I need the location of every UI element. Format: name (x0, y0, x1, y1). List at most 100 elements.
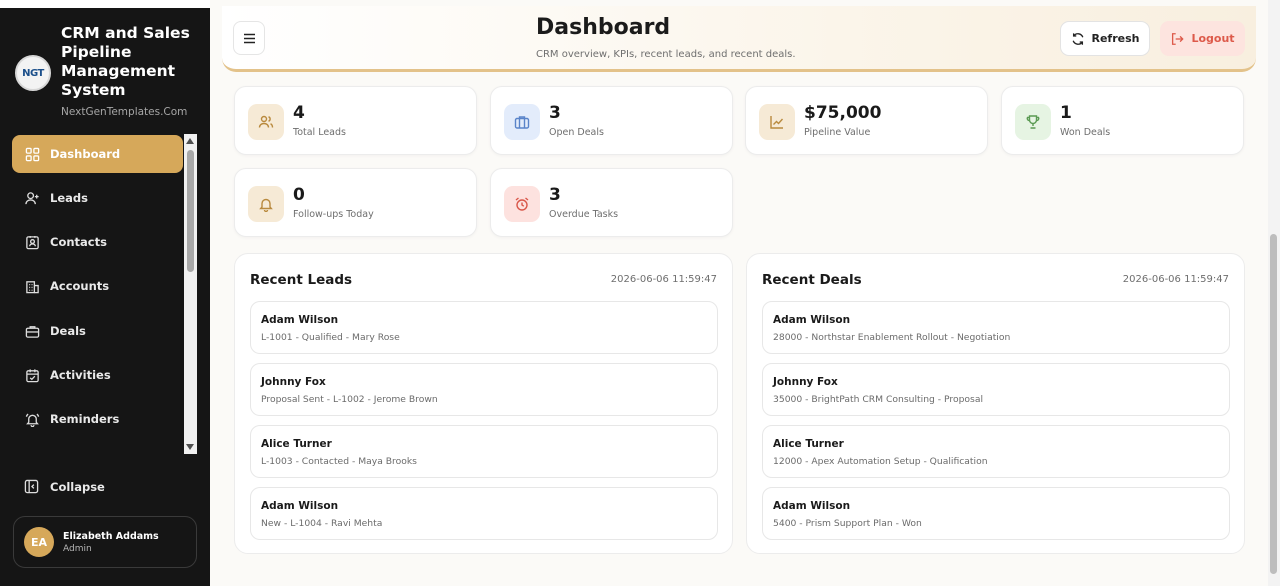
lead-name: Adam Wilson (261, 314, 339, 326)
collapse-label: Collapse (50, 480, 105, 494)
brand-subtitle: NextGenTemplates.Com (61, 106, 188, 118)
bell-ring-icon (24, 411, 40, 427)
user-plus-icon (24, 190, 40, 206)
recent-leads-panel: Recent Leads 2026-06-06 11:59:47 Adam Wi… (234, 253, 733, 554)
list-item[interactable]: Alice Turner L-1003 - Contacted - Maya B… (250, 425, 718, 478)
sidebar-item-label: Dashboard (50, 147, 121, 161)
hamburger-icon (243, 33, 255, 43)
user-name: Elizabeth Addams (63, 530, 159, 542)
brand-logo-text: NGT (22, 67, 44, 79)
page-scrollbar-thumb[interactable] (1270, 234, 1277, 574)
scroll-up-arrow-icon[interactable] (186, 138, 194, 144)
sidebar-item-activities[interactable]: Activities (12, 356, 183, 394)
sidebar-item-accounts[interactable]: Accounts (12, 267, 183, 305)
briefcase-icon (504, 104, 540, 140)
menu-toggle-button[interactable] (233, 21, 265, 55)
list-item[interactable]: Adam Wilson 5400 - Prism Support Plan - … (762, 487, 1230, 540)
logout-label: Logout (1191, 32, 1235, 45)
lead-meta: Proposal Sent - L-1002 - Jerome Brown (261, 394, 438, 405)
sidebar-item-label: Reminders (50, 412, 120, 426)
kpi-pipeline-value: $75,000 Pipeline Value (745, 86, 988, 155)
building-icon (24, 278, 40, 294)
sidebar: NGT CRM and Sales Pipeline Management Sy… (0, 0, 210, 586)
lead-name: Alice Turner (261, 438, 332, 450)
kpi-open-deals: 3 Open Deals (490, 86, 733, 155)
kpi-overdue-tasks: 3 Overdue Tasks (490, 168, 733, 237)
deal-contact-name: Alice Turner (773, 438, 844, 450)
logout-icon (1170, 32, 1185, 46)
user-card[interactable]: EA Elizabeth Addams Admin (13, 516, 197, 568)
kpi-won-deals: 1 Won Deals (1001, 86, 1244, 155)
deal-meta: 12000 - Apex Automation Setup - Qualific… (773, 456, 988, 467)
avatar: EA (24, 527, 54, 557)
kpi-follow-ups-today: 0 Follow-ups Today (234, 168, 477, 237)
refresh-button[interactable]: Refresh (1060, 21, 1150, 56)
kpi-total-leads: 4 Total Leads (234, 86, 477, 155)
panel-timestamp: 2026-06-06 11:59:47 (610, 274, 717, 285)
kpi-value: 0 (293, 185, 305, 205)
kpi-value: 1 (1060, 103, 1072, 123)
deal-meta: 35000 - BrightPath CRM Consulting - Prop… (773, 394, 984, 405)
list-item[interactable]: Alice Turner 12000 - Apex Automation Set… (762, 425, 1230, 478)
kpi-value: 3 (549, 103, 561, 123)
sidebar-item-dashboard[interactable]: Dashboard (12, 135, 183, 173)
refresh-icon (1071, 32, 1085, 46)
deal-contact-name: Adam Wilson (773, 500, 851, 512)
kpi-label: Overdue Tasks (549, 209, 619, 220)
kpi-value: 3 (549, 185, 561, 205)
refresh-label: Refresh (1091, 32, 1140, 45)
sidebar-item-leads[interactable]: Leads (12, 179, 183, 217)
sidebar-item-label: Leads (50, 191, 88, 205)
panel-timestamp: 2026-06-06 11:59:47 (1122, 274, 1229, 285)
list-item[interactable]: Adam Wilson New - L-1004 - Ravi Mehta (250, 487, 718, 540)
list-item[interactable]: Johnny Fox Proposal Sent - L-1002 - Jero… (250, 363, 718, 416)
kpi-label: Follow-ups Today (293, 209, 374, 220)
contact-card-icon (24, 234, 40, 250)
alarm-clock-icon (504, 186, 540, 222)
page-header: Dashboard CRM overview, KPIs, recent lea… (222, 6, 1256, 72)
recent-deals-panel: Recent Deals 2026-06-06 11:59:47 Adam Wi… (746, 253, 1245, 554)
scrollbar-thumb[interactable] (187, 150, 194, 272)
panel-title: Recent Leads (250, 272, 353, 288)
page-scrollbar[interactable] (1268, 0, 1280, 586)
briefcase-icon (24, 323, 40, 339)
lead-meta: New - L-1004 - Ravi Mehta (261, 518, 383, 529)
collapse-button[interactable]: Collapse (12, 468, 184, 506)
list-item[interactable]: Adam Wilson L-1001 - Qualified - Mary Ro… (250, 301, 718, 354)
sidebar-collapse-icon (24, 479, 40, 495)
user-info: Elizabeth Addams Admin (63, 531, 159, 554)
list-item[interactable]: Johnny Fox 35000 - BrightPath CRM Consul… (762, 363, 1230, 416)
scroll-down-arrow-icon[interactable] (186, 444, 194, 450)
bell-icon (248, 186, 284, 222)
sidebar-item-label: Deals (50, 324, 86, 338)
sidebar-item-contacts[interactable]: Contacts (12, 223, 183, 261)
sidebar-item-label: Contacts (50, 235, 107, 249)
deal-contact-name: Adam Wilson (773, 314, 851, 326)
users-icon (248, 104, 284, 140)
sidebar-item-deals[interactable]: Deals (12, 312, 183, 350)
kpi-value: 4 (293, 103, 305, 123)
brand-logo: NGT (15, 55, 51, 91)
sidebar-nav: Dashboard Leads Contacts Accounts Deals (12, 134, 184, 454)
sidebar-top-strip (0, 0, 210, 8)
lead-meta: L-1001 - Qualified - Mary Rose (261, 332, 400, 343)
lead-meta: L-1003 - Contacted - Maya Brooks (261, 456, 417, 467)
deal-meta: 28000 - Northstar Enablement Rollout - N… (773, 332, 1011, 343)
sidebar-scrollbar[interactable] (184, 134, 197, 454)
page-subtitle: CRM overview, KPIs, recent leads, and re… (536, 49, 796, 60)
lead-name: Johnny Fox (261, 376, 326, 388)
brand-title: CRM and Sales Pipeline Management System (61, 24, 190, 99)
main-content: Dashboard CRM overview, KPIs, recent lea… (210, 0, 1270, 586)
kpi-value: $75,000 (804, 103, 882, 123)
grid-icon (24, 146, 40, 162)
kpi-label: Open Deals (549, 127, 604, 138)
user-role: Admin (63, 543, 92, 554)
calendar-check-icon (24, 367, 40, 383)
sidebar-item-label: Accounts (50, 279, 110, 293)
panel-title: Recent Deals (762, 272, 862, 288)
list-item[interactable]: Adam Wilson 28000 - Northstar Enablement… (762, 301, 1230, 354)
logout-button[interactable]: Logout (1160, 21, 1245, 56)
chart-line-icon (759, 104, 795, 140)
kpi-label: Pipeline Value (804, 127, 871, 138)
sidebar-item-reminders[interactable]: Reminders (12, 400, 183, 438)
